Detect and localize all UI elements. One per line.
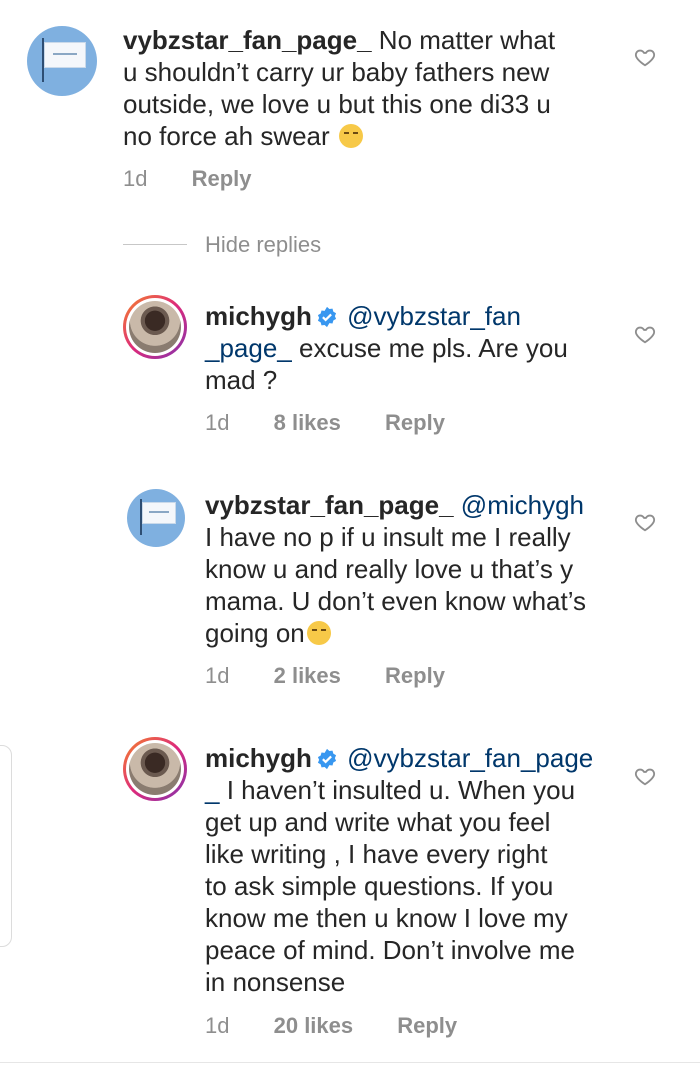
comment-line: know me then u know I love my: [205, 903, 568, 933]
heart-outline-icon[interactable]: [634, 323, 656, 345]
comment-line: excuse me pls. Are you: [299, 333, 568, 363]
reply-button[interactable]: Reply: [385, 663, 445, 688]
comment-line: u shouldn’t carry ur baby fathers new: [123, 57, 550, 87]
mention-link[interactable]: _page_: [205, 333, 292, 363]
verified-badge-icon: [317, 306, 336, 328]
likes-count[interactable]: 2 likes: [274, 663, 341, 688]
username[interactable]: vybzstar_fan_page_: [205, 490, 454, 520]
reply-button[interactable]: Reply: [192, 166, 252, 191]
username[interactable]: michygh: [205, 743, 312, 773]
comment-meta: 1d 20 likes Reply: [205, 1013, 495, 1039]
comment-time: 1d: [123, 166, 148, 191]
heart-outline-icon[interactable]: [634, 765, 656, 787]
comment-line: know u and really love u that’s y: [205, 554, 574, 584]
comment-text: michygh @vybzstar_fan_page _ I haven’t i…: [205, 742, 625, 998]
reply-button[interactable]: Reply: [397, 1013, 457, 1038]
comment-text: vybzstar_fan_page_ @michygh I have no p …: [205, 489, 625, 649]
comment-line: no force ah swear: [123, 121, 330, 151]
comment-time: 1d: [205, 663, 230, 688]
mention-link[interactable]: @vybzstar_fan_page: [347, 743, 593, 773]
heart-outline-icon[interactable]: [634, 46, 656, 68]
mention-link[interactable]: _: [205, 775, 219, 805]
comment-3: vybzstar_fan_page_ @michygh I have no p …: [0, 475, 700, 705]
comment-line: mad ?: [205, 365, 278, 395]
avatar[interactable]: [123, 737, 187, 801]
username[interactable]: michygh: [205, 301, 312, 331]
avatar[interactable]: [127, 489, 185, 547]
flag-image: [142, 502, 176, 524]
comment-line: going on: [205, 618, 305, 648]
avatar[interactable]: [123, 295, 187, 359]
profile-photo: [129, 301, 181, 353]
avatar[interactable]: [27, 26, 97, 96]
tired-face-emoji: [338, 124, 363, 148]
mention-link[interactable]: @vybzstar_fan: [347, 301, 521, 331]
comment-line: to ask simple questions. If you: [205, 871, 554, 901]
verified-badge-icon: [317, 748, 336, 770]
comment-meta: 1d 2 likes Reply: [205, 663, 483, 689]
comment-line: I have no p if u insult me I really: [205, 522, 571, 552]
comment-time: 1d: [205, 1013, 230, 1038]
comment-text: michygh @vybzstar_fan _page_ excuse me p…: [205, 300, 625, 396]
comment-line: No matter what: [378, 25, 556, 55]
comment-meta: 1d 8 likes Reply: [205, 410, 483, 436]
comment-4: michygh @vybzstar_fan_page _ I haven’t i…: [0, 725, 700, 1055]
hide-replies-label[interactable]: Hide replies: [205, 232, 321, 258]
divider-line: [123, 244, 187, 245]
comment-line: in nonsense: [205, 967, 346, 997]
profile-photo: [129, 743, 181, 795]
comment-line: outside, we love u but this one di33 u: [123, 89, 551, 119]
mention-link[interactable]: @michygh: [461, 490, 584, 520]
comment-line: peace of mind. Don’t involve me: [205, 935, 575, 965]
comment-line: mama. U don’t even know what’s: [205, 586, 587, 616]
bottom-divider: [0, 1062, 700, 1063]
comment-meta: 1d Reply: [123, 166, 290, 192]
comment-line: like writing , I have every right: [205, 839, 548, 869]
comment-2: michygh @vybzstar_fan _page_ excuse me p…: [0, 280, 700, 450]
comment-time: 1d: [205, 410, 230, 435]
username[interactable]: vybzstar_fan_page_: [123, 25, 372, 55]
adjacent-card-edge: [0, 745, 12, 947]
comment-1: vybzstar_fan_page_ No matter what u shou…: [0, 0, 700, 200]
reply-button[interactable]: Reply: [385, 410, 445, 435]
comment-text: vybzstar_fan_page_ No matter what u shou…: [123, 24, 603, 152]
likes-count[interactable]: 8 likes: [274, 410, 341, 435]
pensive-face-emoji: [306, 621, 331, 645]
likes-count[interactable]: 20 likes: [274, 1013, 354, 1038]
flag-image: [44, 42, 86, 68]
comment-line: get up and write what you feel: [205, 807, 551, 837]
comment-line: I haven’t insulted u. When you: [226, 775, 576, 805]
heart-outline-icon[interactable]: [634, 511, 656, 533]
